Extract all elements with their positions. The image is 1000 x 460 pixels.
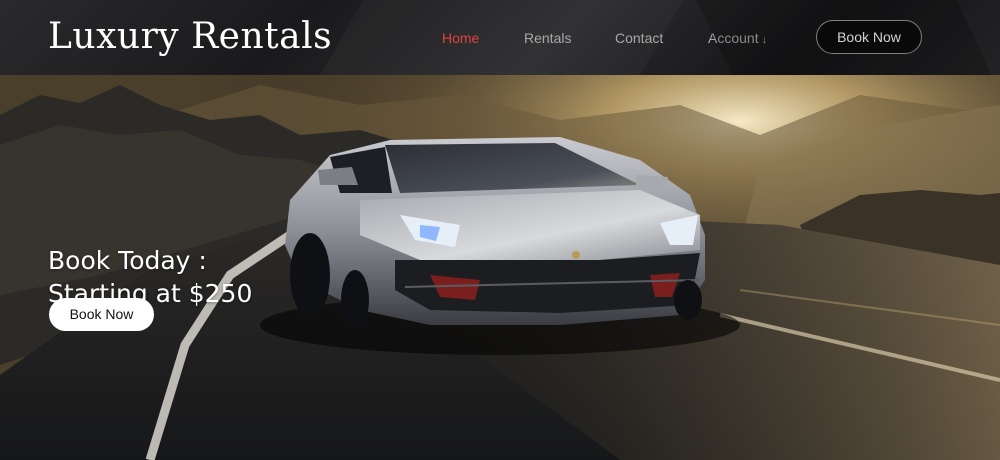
header-book-now-button[interactable]: Book Now: [816, 20, 922, 54]
page: Luxury Rentals Home Rentals Contact Acco…: [0, 0, 1000, 460]
nav-account-dropdown[interactable]: Account ↓: [708, 27, 767, 51]
hero-heading-line-1: Book Today :: [48, 245, 207, 275]
hero-book-now-button[interactable]: Book Now: [49, 298, 154, 331]
hero-banner: Book Today : Starting at $250 Book Now: [0, 75, 1000, 460]
chevron-down-icon: ↓: [761, 34, 768, 46]
nav-home[interactable]: Home: [442, 27, 479, 49]
site-header: Luxury Rentals Home Rentals Contact Acco…: [0, 0, 1000, 75]
nav-rentals[interactable]: Rentals: [524, 27, 571, 49]
site-logo[interactable]: Luxury Rentals: [48, 12, 332, 62]
nav-account-label: Account: [708, 30, 759, 46]
nav-contact[interactable]: Contact: [615, 27, 663, 49]
